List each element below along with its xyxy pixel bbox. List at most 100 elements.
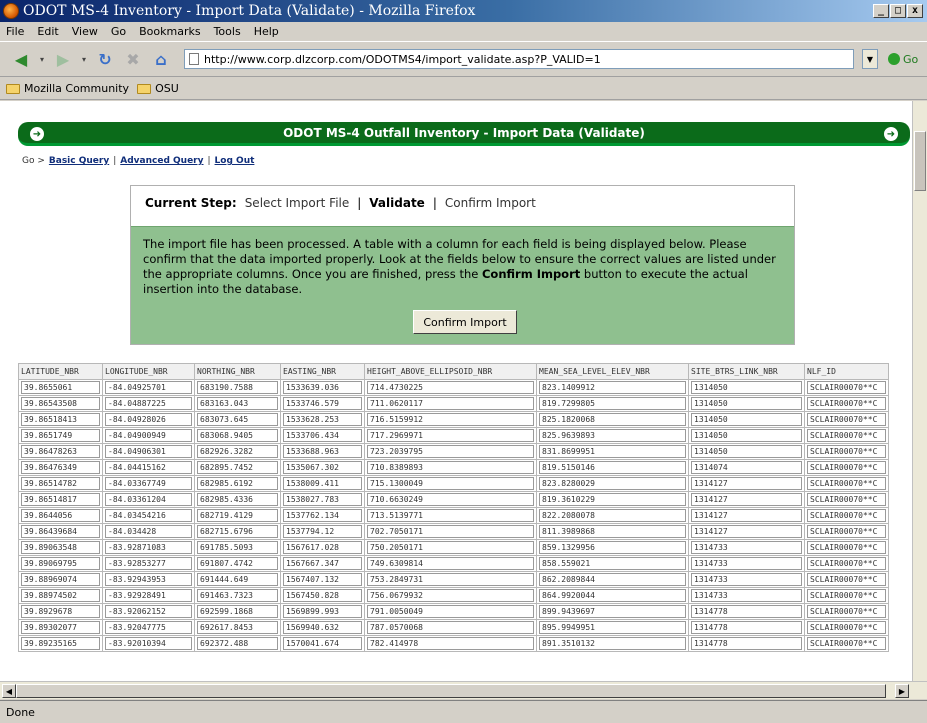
table-cell[interactable]: 782.414978 [364,635,537,652]
table-cell[interactable]: SCLAIR00070**C [804,523,889,540]
log-out-link[interactable]: Log Out [215,156,255,166]
table-cell[interactable]: 1314778 [688,635,805,652]
table-cell[interactable]: 1314050 [688,443,805,460]
table-cell[interactable]: 823.1409912 [536,379,689,396]
close-button[interactable]: x [907,4,923,18]
back-button[interactable]: ◀ [10,48,32,70]
table-cell[interactable]: 1314127 [688,475,805,492]
table-cell[interactable]: 682715.6796 [194,523,281,540]
table-cell[interactable]: 683163.043 [194,395,281,412]
table-cell[interactable]: 1314778 [688,619,805,636]
reload-button[interactable]: ↻ [94,48,116,70]
table-cell[interactable]: 39.8655061 [18,379,103,396]
table-cell[interactable]: 682719.4129 [194,507,281,524]
table-cell[interactable]: 39.86514817 [18,491,103,508]
table-cell[interactable]: 691444.649 [194,571,281,588]
table-cell[interactable]: SCLAIR00070**C [804,427,889,444]
table-cell[interactable]: -84.04928026 [102,411,195,428]
forward-button[interactable]: ▶ [52,48,74,70]
table-cell[interactable]: 1567407.132 [280,571,365,588]
table-cell[interactable]: 1569899.993 [280,603,365,620]
table-cell[interactable]: 691463.7323 [194,587,281,604]
table-cell[interactable]: 819.5150146 [536,459,689,476]
horizontal-scroll-thumb[interactable] [16,684,886,698]
table-cell[interactable]: 819.7299805 [536,395,689,412]
table-cell[interactable]: 891.3510132 [536,635,689,652]
table-cell[interactable]: 39.89302077 [18,619,103,636]
table-cell[interactable]: 1537794.12 [280,523,365,540]
table-cell[interactable]: SCLAIR00070**C [804,587,889,604]
table-cell[interactable]: -84.03361204 [102,491,195,508]
table-cell[interactable]: 1314127 [688,491,805,508]
table-cell[interactable]: SCLAIR00070**C [804,635,889,652]
table-cell[interactable]: -84.03367749 [102,475,195,492]
table-cell[interactable]: 715.1300049 [364,475,537,492]
table-cell[interactable]: 1314733 [688,571,805,588]
table-cell[interactable]: 1314778 [688,603,805,620]
table-cell[interactable]: SCLAIR00070**C [804,411,889,428]
menu-file[interactable]: File [6,25,24,38]
table-cell[interactable]: SCLAIR00070**C [804,603,889,620]
table-cell[interactable]: -83.92062152 [102,603,195,620]
table-cell[interactable]: 691785.5093 [194,539,281,556]
table-cell[interactable]: 39.86439684 [18,523,103,540]
go-button[interactable]: Go [888,53,918,66]
table-cell[interactable]: SCLAIR00070**C [804,475,889,492]
table-cell[interactable]: SCLAIR00070**C [804,379,889,396]
table-cell[interactable]: 859.1329956 [536,539,689,556]
table-cell[interactable]: 1538009.411 [280,475,365,492]
table-cell[interactable]: 1314733 [688,539,805,556]
table-cell[interactable]: 682926.3282 [194,443,281,460]
table-cell[interactable]: 811.3989868 [536,523,689,540]
table-cell[interactable]: SCLAIR00070**C [804,443,889,460]
table-cell[interactable]: 682985.6192 [194,475,281,492]
table-cell[interactable]: 791.0050049 [364,603,537,620]
table-cell[interactable]: 710.8389893 [364,459,537,476]
advanced-query-link[interactable]: Advanced Query [120,156,203,166]
table-cell[interactable]: 716.5159912 [364,411,537,428]
table-cell[interactable]: 756.0679932 [364,587,537,604]
table-cell[interactable]: SCLAIR00070**C [804,539,889,556]
table-cell[interactable]: 713.5139771 [364,507,537,524]
table-cell[interactable]: 787.0570068 [364,619,537,636]
table-cell[interactable]: -84.04887225 [102,395,195,412]
table-cell[interactable]: 723.2039795 [364,443,537,460]
address-bar[interactable] [184,49,854,69]
table-cell[interactable]: 1569940.632 [280,619,365,636]
table-cell[interactable]: 1537762.134 [280,507,365,524]
table-cell[interactable]: 1314074 [688,459,805,476]
table-cell[interactable]: 692617.8453 [194,619,281,636]
table-cell[interactable]: 1533628.253 [280,411,365,428]
table-cell[interactable]: 749.6309814 [364,555,537,572]
table-cell[interactable]: 1314050 [688,395,805,412]
table-cell[interactable]: -84.04925701 [102,379,195,396]
table-cell[interactable]: 683073.645 [194,411,281,428]
table-cell[interactable]: -83.92853277 [102,555,195,572]
table-cell[interactable]: 750.2050171 [364,539,537,556]
table-cell[interactable]: 1314733 [688,587,805,604]
minimize-button[interactable]: _ [873,4,889,18]
table-cell[interactable]: 895.9949951 [536,619,689,636]
table-cell[interactable]: 1567667.347 [280,555,365,572]
table-cell[interactable]: 825.9639893 [536,427,689,444]
confirm-import-button[interactable]: Confirm Import [413,310,517,334]
url-input[interactable] [204,52,853,66]
home-button[interactable]: ⌂ [150,48,172,70]
table-cell[interactable]: SCLAIR00070**C [804,555,889,572]
table-cell[interactable]: 1570041.674 [280,635,365,652]
table-cell[interactable]: 823.8280029 [536,475,689,492]
table-cell[interactable]: 1533746.579 [280,395,365,412]
table-cell[interactable]: 683068.9405 [194,427,281,444]
table-cell[interactable]: 1533688.963 [280,443,365,460]
menu-edit[interactable]: Edit [37,25,58,38]
table-cell[interactable]: 1314050 [688,379,805,396]
table-cell[interactable]: 39.8929678 [18,603,103,620]
table-cell[interactable]: 39.86478263 [18,443,103,460]
table-cell[interactable]: 702.7050171 [364,523,537,540]
table-cell[interactable]: -84.04900949 [102,427,195,444]
table-cell[interactable]: 1314127 [688,507,805,524]
table-cell[interactable]: SCLAIR00070**C [804,459,889,476]
vertical-scroll-thumb[interactable] [914,131,926,191]
table-cell[interactable]: 864.9920044 [536,587,689,604]
table-cell[interactable]: 39.86476349 [18,459,103,476]
